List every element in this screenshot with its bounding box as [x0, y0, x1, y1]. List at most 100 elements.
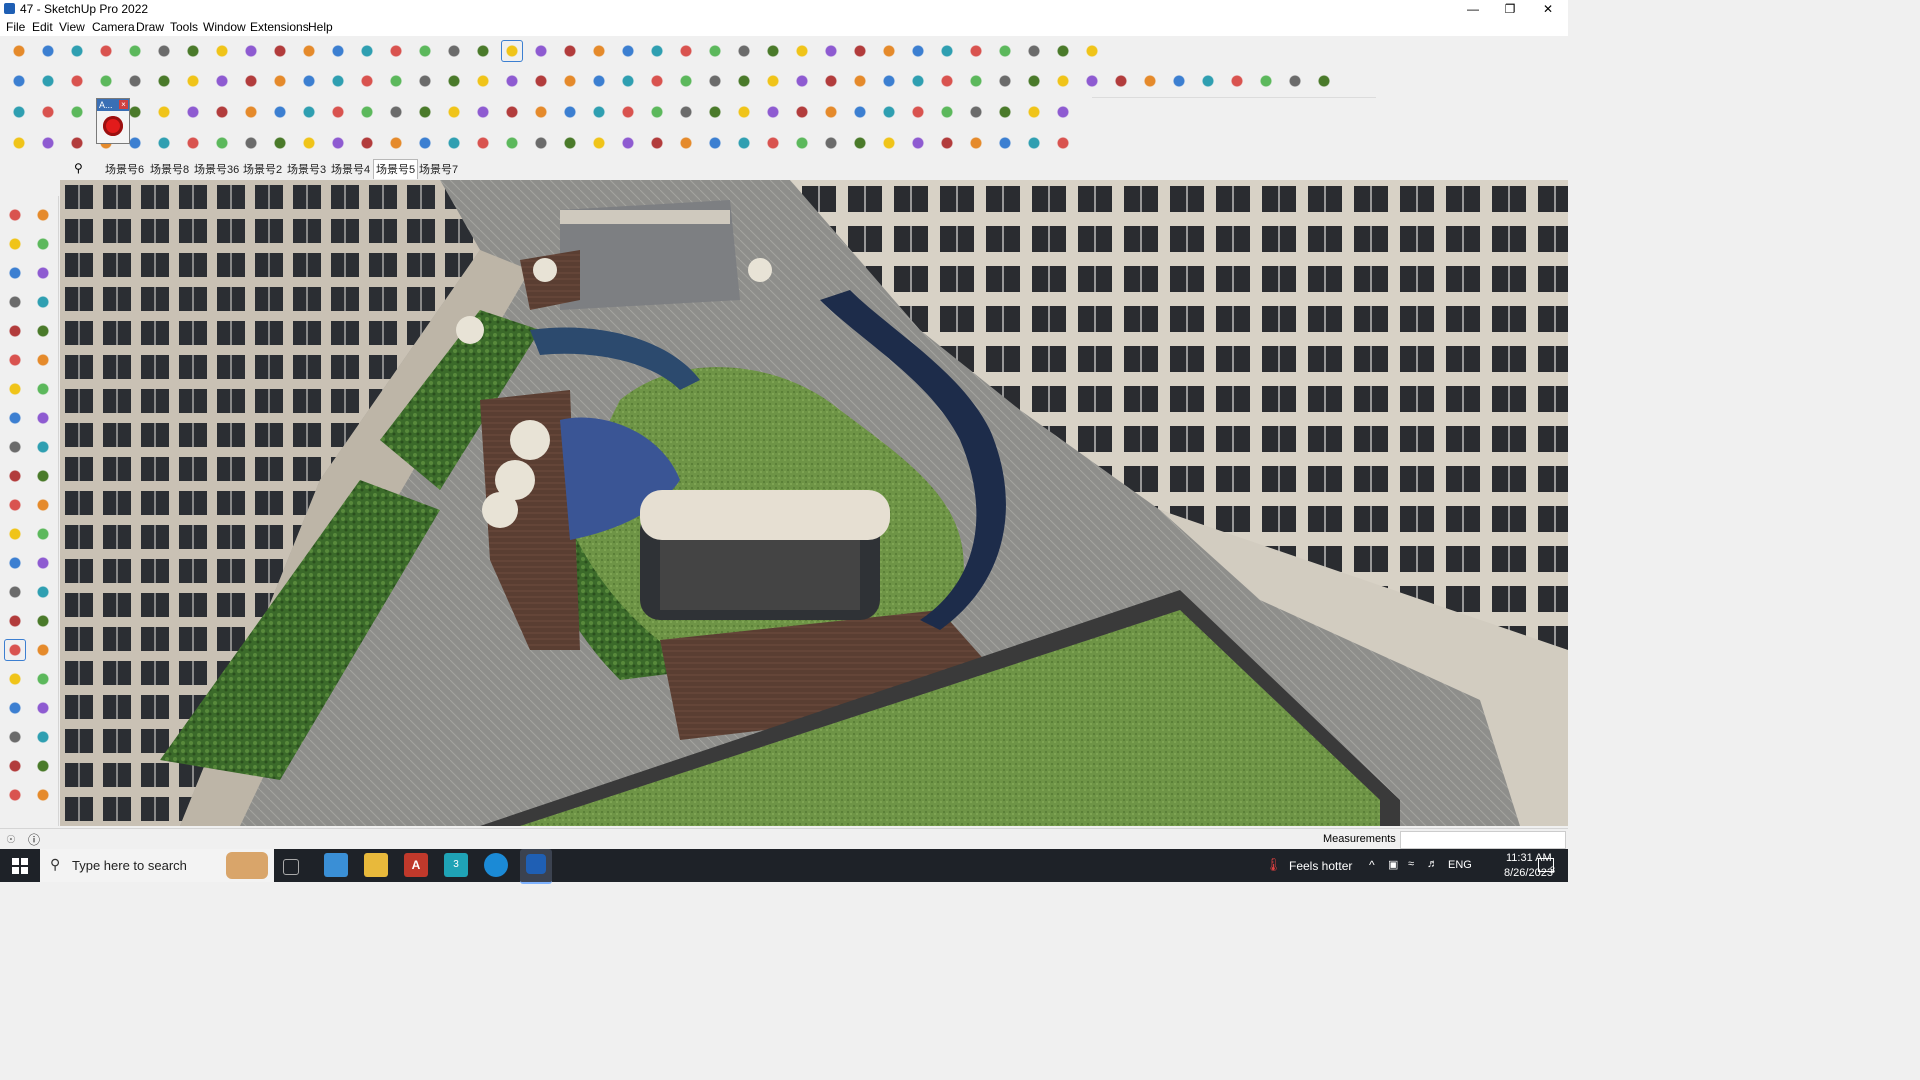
toolbar-tool-icon[interactable]	[182, 132, 204, 154]
measurements-input[interactable]	[1400, 831, 1566, 849]
close-icon[interactable]: ×	[119, 100, 128, 109]
geolocation-icon[interactable]: ☉	[6, 833, 16, 846]
toolbar-tool-icon[interactable]	[820, 101, 842, 123]
left-tool-icon[interactable]	[32, 755, 54, 777]
scene-tab[interactable]: 场景号3	[287, 161, 326, 177]
left-tool-icon[interactable]	[32, 233, 54, 255]
toolbar-tool-icon[interactable]	[617, 70, 639, 92]
floating-tool-panel[interactable]: A... ×	[96, 98, 130, 144]
toolbar-tool-icon[interactable]	[298, 132, 320, 154]
calculator-app-icon[interactable]	[324, 853, 348, 877]
toolbar-tool-icon[interactable]	[501, 70, 523, 92]
toolbar-tool-icon[interactable]	[965, 70, 987, 92]
autocad-app-icon[interactable]: A	[404, 853, 428, 877]
toolbar-tool-icon[interactable]	[1023, 101, 1045, 123]
left-tool-icon[interactable]	[32, 320, 54, 342]
toolbar-tool-icon[interactable]	[240, 132, 262, 154]
toolbar-tool-icon[interactable]	[356, 70, 378, 92]
toolbar-tool-icon[interactable]	[646, 132, 668, 154]
toolbar-tool-icon[interactable]	[762, 132, 784, 154]
toolbar-tool-icon[interactable]	[327, 70, 349, 92]
left-tool-icon[interactable]	[4, 349, 26, 371]
toolbar-tool-icon[interactable]	[8, 40, 30, 62]
toolbar-tool-icon[interactable]	[1081, 40, 1103, 62]
toolbar-tool-icon[interactable]	[1023, 40, 1045, 62]
toolbar-tool-icon[interactable]	[965, 40, 987, 62]
toolbar-tool-icon[interactable]	[327, 40, 349, 62]
toolbar-tool-icon[interactable]	[8, 101, 30, 123]
toolbar-tool-icon[interactable]	[617, 132, 639, 154]
left-tool-icon[interactable]	[32, 378, 54, 400]
toolbar-tool-icon[interactable]	[414, 40, 436, 62]
toolbar-tool-icon[interactable]	[1052, 40, 1074, 62]
toolbar-tool-icon[interactable]	[153, 132, 175, 154]
toolbar-tool-icon[interactable]	[704, 70, 726, 92]
toolbar-tool-icon[interactable]	[211, 101, 233, 123]
toolbar-tool-icon[interactable]	[1052, 101, 1074, 123]
left-tool-icon[interactable]	[4, 581, 26, 603]
toolbar-tool-icon[interactable]	[8, 132, 30, 154]
menu-draw[interactable]: Draw	[136, 20, 164, 34]
left-tool-icon[interactable]	[32, 784, 54, 806]
toolbar-tool-icon[interactable]	[1284, 70, 1306, 92]
toolbar-tool-icon[interactable]	[675, 132, 697, 154]
toolbar-tool-icon[interactable]	[153, 70, 175, 92]
toolbar-tool-icon[interactable]	[704, 132, 726, 154]
toolbar-tool-icon[interactable]	[936, 132, 958, 154]
left-tool-icon[interactable]	[4, 552, 26, 574]
toolbar-tool-icon[interactable]	[994, 40, 1016, 62]
toolbar-tool-icon[interactable]	[530, 101, 552, 123]
chevron-up-icon[interactable]: ^	[1369, 858, 1375, 872]
scene-tab[interactable]: 场景号36	[194, 161, 239, 177]
minimize-icon[interactable]: —	[1455, 0, 1491, 18]
toolbar-tool-icon[interactable]	[211, 70, 233, 92]
left-tool-icon[interactable]	[32, 697, 54, 719]
toolbar-tool-icon[interactable]	[762, 70, 784, 92]
left-tool-icon[interactable]	[32, 465, 54, 487]
toolbar-tool-icon[interactable]	[994, 132, 1016, 154]
scene-tab[interactable]: 场景号8	[150, 161, 189, 177]
toolbar-tool-icon[interactable]	[791, 132, 813, 154]
toolbar-tool-icon[interactable]	[878, 132, 900, 154]
toolbar-tool-icon[interactable]	[240, 70, 262, 92]
toolbar-tool-icon[interactable]	[414, 70, 436, 92]
toolbar-tool-icon[interactable]	[646, 101, 668, 123]
left-tool-icon[interactable]	[4, 726, 26, 748]
toolbar-tool-icon[interactable]	[472, 40, 494, 62]
left-tool-icon[interactable]	[32, 668, 54, 690]
menu-window[interactable]: Window	[203, 20, 246, 34]
toolbar-tool-icon[interactable]	[443, 70, 465, 92]
toolbar-tool-icon[interactable]	[298, 40, 320, 62]
toolbar-tool-icon[interactable]	[1081, 70, 1103, 92]
toolbar-tool-icon[interactable]	[356, 101, 378, 123]
toolbar-tool-icon[interactable]	[211, 40, 233, 62]
toolbar-tool-icon[interactable]	[356, 132, 378, 154]
menu-tools[interactable]: Tools	[170, 20, 198, 34]
toolbar-tool-icon[interactable]	[95, 40, 117, 62]
toolbar-tool-icon[interactable]	[95, 70, 117, 92]
left-tool-icon[interactable]	[32, 494, 54, 516]
toolbar-tool-icon[interactable]	[385, 132, 407, 154]
menu-help[interactable]: Help	[308, 20, 333, 34]
left-tool-icon[interactable]	[32, 610, 54, 632]
toolbar-tool-icon[interactable]	[356, 40, 378, 62]
toolbar-tool-icon[interactable]	[211, 132, 233, 154]
left-tool-icon[interactable]	[32, 407, 54, 429]
toolbar-tool-icon[interactable]	[1052, 132, 1074, 154]
toolbar-tool-icon[interactable]	[588, 101, 610, 123]
toolbar-tool-icon[interactable]	[936, 40, 958, 62]
toolbar-tool-icon[interactable]	[820, 70, 842, 92]
toolbar-tool-icon[interactable]	[559, 132, 581, 154]
left-tool-icon[interactable]	[4, 465, 26, 487]
toolbar-tool-icon[interactable]	[704, 101, 726, 123]
toolbar-tool-icon[interactable]	[733, 101, 755, 123]
info-icon[interactable]: ⓘ	[28, 831, 40, 848]
left-tool-icon[interactable]	[4, 610, 26, 632]
toolbar-tool-icon[interactable]	[936, 70, 958, 92]
toolbar-tool-icon[interactable]	[182, 40, 204, 62]
toolbar-tool-icon[interactable]	[182, 70, 204, 92]
toolbar-tool-icon[interactable]	[472, 70, 494, 92]
toolbar-tool-icon[interactable]	[501, 132, 523, 154]
left-tool-icon[interactable]	[32, 436, 54, 458]
toolbar-tool-icon[interactable]	[907, 101, 929, 123]
